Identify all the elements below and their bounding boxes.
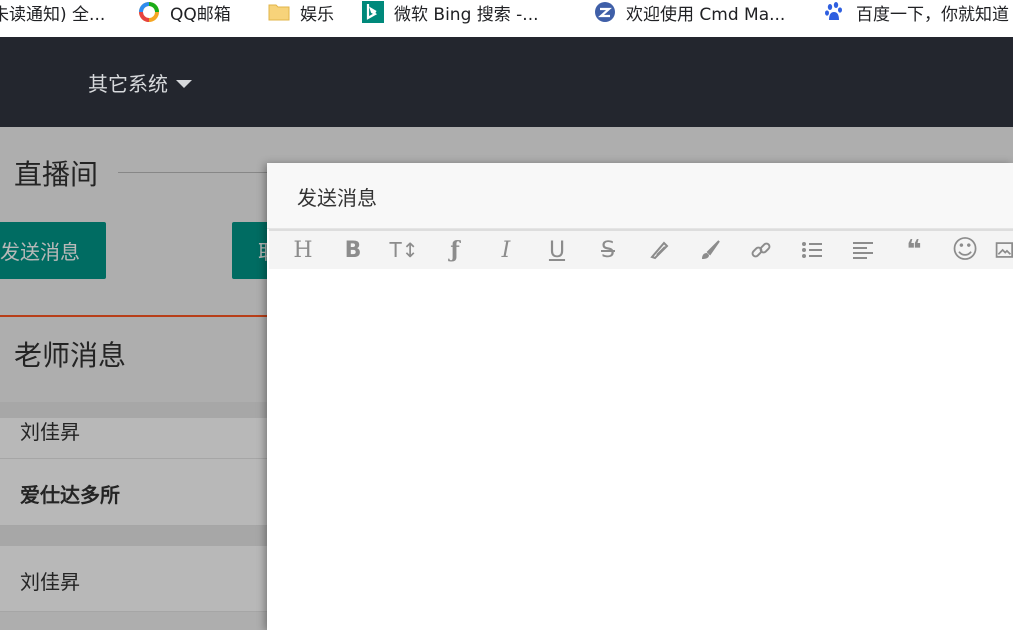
underline-icon[interactable]: U bbox=[539, 231, 575, 269]
baidu-paw-icon bbox=[825, 2, 842, 20]
brush-icon[interactable] bbox=[692, 231, 728, 269]
bookmark-label: 未读通知) 全... bbox=[0, 4, 106, 25]
quote-icon[interactable]: ❝ bbox=[896, 231, 932, 269]
bing-icon bbox=[362, 1, 384, 23]
bookmark-baidu[interactable]: 百度一下，你就知道 bbox=[824, 0, 1009, 25]
link-icon[interactable] bbox=[743, 231, 779, 269]
emoji-icon[interactable]: ☺ bbox=[947, 231, 983, 269]
nav-other-systems[interactable]: 其它系统 bbox=[88, 68, 192, 97]
bookmark-label: QQ邮箱 bbox=[170, 4, 231, 25]
bookmark-cmd-markdown[interactable]: 欢迎使用 Cmd Ma... bbox=[594, 0, 786, 25]
qq-mail-icon bbox=[139, 2, 159, 22]
bullet-list-icon[interactable] bbox=[794, 231, 830, 269]
bookmark-folder-entertainment[interactable]: 娱乐 bbox=[268, 0, 334, 25]
highlighter-icon[interactable] bbox=[641, 231, 677, 269]
brush-icon-svg bbox=[702, 240, 720, 259]
top-navigation: 其它系统 bbox=[0, 37, 1013, 127]
font-size-icon[interactable]: T↕ bbox=[386, 231, 422, 269]
italic-icon[interactable]: I bbox=[488, 231, 524, 269]
bookmark-label: 娱乐 bbox=[300, 4, 334, 25]
nav-label: 其它系统 bbox=[88, 72, 168, 96]
caret-down-icon bbox=[176, 79, 192, 88]
strikethrough-icon[interactable]: S bbox=[590, 231, 626, 269]
bookmark-label: 百度一下，你就知道 bbox=[856, 4, 1009, 25]
bookmark-notice[interactable]: 未读通知) 全... bbox=[0, 0, 106, 25]
bookmark-qq-mail[interactable]: QQ邮箱 bbox=[138, 0, 231, 25]
bullet-list-icon-svg bbox=[802, 242, 822, 258]
cmd-markdown-icon bbox=[595, 2, 615, 22]
image-icon-svg bbox=[995, 242, 1013, 258]
editor-toolbar: H B T↕ ƒ I U S ❝ ☺ bbox=[269, 229, 1013, 271]
align-left-icon[interactable] bbox=[845, 231, 881, 269]
bookmarks-bar: 未读通知) 全... QQ邮箱 娱乐 微软 Bing 搜索 -... 欢迎使用 … bbox=[0, 0, 1013, 37]
link-icon-svg bbox=[751, 242, 771, 258]
send-message-dialog: 发送消息 H B T↕ ƒ I U S ❝ ☺ bbox=[267, 163, 1013, 630]
message-editor[interactable] bbox=[269, 269, 1013, 630]
dialog-header: 发送消息 bbox=[267, 163, 1013, 229]
align-left-icon-svg bbox=[853, 242, 873, 259]
bold-icon[interactable]: B bbox=[335, 231, 371, 269]
bookmark-bing[interactable]: 微软 Bing 搜索 -... bbox=[362, 0, 539, 25]
dialog-title: 发送消息 bbox=[297, 186, 377, 210]
image-icon[interactable] bbox=[994, 231, 1013, 269]
folder-icon bbox=[268, 4, 290, 21]
highlighter-icon-svg bbox=[650, 241, 669, 260]
font-family-icon[interactable]: ƒ bbox=[437, 231, 473, 269]
bookmark-label: 微软 Bing 搜索 -... bbox=[394, 4, 539, 25]
heading-icon[interactable]: H bbox=[285, 231, 321, 269]
bookmark-label: 欢迎使用 Cmd Ma... bbox=[626, 4, 786, 25]
